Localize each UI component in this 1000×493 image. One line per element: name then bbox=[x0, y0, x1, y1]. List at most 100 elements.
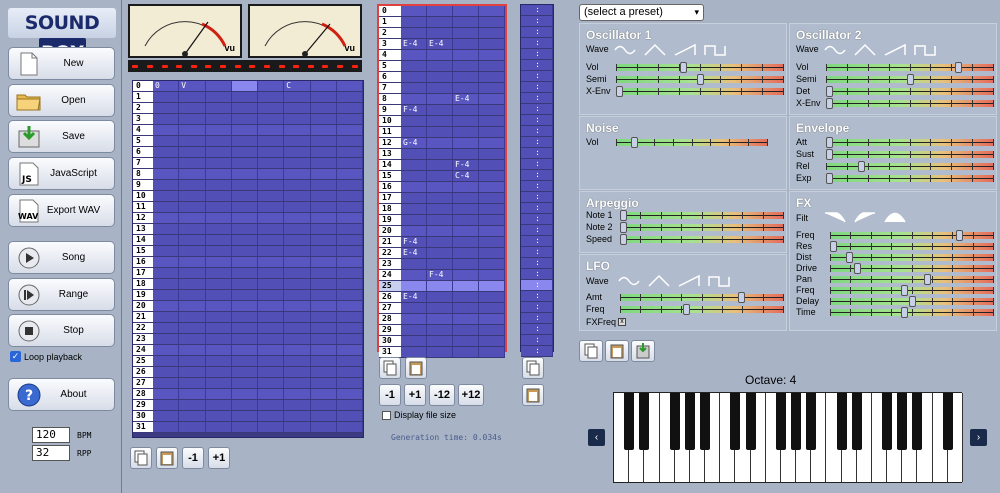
fx-cell[interactable]: : bbox=[521, 148, 553, 158]
grid-cell[interactable] bbox=[205, 180, 232, 190]
grid-cell[interactable] bbox=[453, 248, 479, 258]
grid-cell[interactable] bbox=[179, 169, 206, 179]
piano-black-key[interactable] bbox=[942, 393, 953, 450]
slider-knob[interactable] bbox=[616, 86, 623, 97]
grid-cell[interactable] bbox=[427, 248, 453, 258]
grid-cell[interactable] bbox=[258, 301, 285, 311]
saw-wave-icon[interactable] bbox=[674, 43, 696, 57]
fx-cell[interactable]: : bbox=[521, 335, 553, 345]
grid-cell[interactable] bbox=[179, 114, 206, 124]
grid-cell[interactable] bbox=[205, 279, 232, 289]
grid-cell[interactable] bbox=[336, 389, 363, 399]
grid-cell[interactable] bbox=[231, 180, 258, 190]
grid-cell[interactable] bbox=[453, 138, 479, 148]
grid-cell[interactable] bbox=[427, 6, 453, 16]
grid-cell[interactable] bbox=[153, 224, 180, 234]
grid-cell[interactable] bbox=[453, 39, 479, 49]
grid-cell[interactable] bbox=[258, 202, 285, 212]
grid-cell[interactable] bbox=[453, 204, 479, 214]
slider-semi[interactable]: Semi bbox=[796, 73, 994, 85]
grid-cell[interactable] bbox=[479, 347, 505, 357]
fx-cell[interactable]: : bbox=[521, 291, 553, 301]
grid-cell[interactable] bbox=[258, 191, 285, 201]
piano-black-key[interactable] bbox=[624, 393, 635, 450]
new-button[interactable]: New bbox=[8, 47, 115, 80]
transpose-up-button[interactable]: +1 bbox=[208, 447, 230, 469]
slider-vol[interactable]: Vol bbox=[586, 61, 784, 73]
grid-cell[interactable] bbox=[231, 136, 258, 146]
grid-cell[interactable] bbox=[479, 127, 505, 137]
grid-cell[interactable] bbox=[205, 422, 232, 432]
grid-cell[interactable] bbox=[427, 72, 453, 82]
slider-knob[interactable] bbox=[680, 62, 687, 73]
grid-cell[interactable] bbox=[179, 125, 206, 135]
grid-cell[interactable] bbox=[479, 182, 505, 192]
fx-cell[interactable]: : bbox=[521, 71, 553, 81]
grid-cell[interactable] bbox=[284, 202, 311, 212]
grid-cell[interactable] bbox=[179, 180, 206, 190]
grid-cell[interactable] bbox=[336, 81, 363, 91]
grid-cell[interactable] bbox=[205, 158, 232, 168]
grid-cell[interactable] bbox=[401, 193, 427, 203]
grid-cell[interactable] bbox=[310, 257, 337, 267]
grid-cell[interactable]: F-4 bbox=[401, 105, 427, 115]
grid-cell[interactable] bbox=[231, 268, 258, 278]
grid-cell[interactable] bbox=[479, 39, 505, 49]
grid-cell[interactable] bbox=[427, 171, 453, 181]
grid-cell[interactable] bbox=[284, 246, 311, 256]
grid-cell[interactable] bbox=[231, 246, 258, 256]
grid-cell[interactable] bbox=[401, 204, 427, 214]
fx-cell[interactable]: : bbox=[521, 302, 553, 312]
grid-cell[interactable] bbox=[205, 114, 232, 124]
grid-cell[interactable] bbox=[179, 191, 206, 201]
grid-cell[interactable] bbox=[258, 312, 285, 322]
grid-cell[interactable] bbox=[453, 182, 479, 192]
grid-cell[interactable] bbox=[427, 336, 453, 346]
grid-cell[interactable] bbox=[284, 103, 311, 113]
grid-cell[interactable] bbox=[453, 270, 479, 280]
grid-cell[interactable] bbox=[231, 378, 258, 388]
grid-cell[interactable] bbox=[205, 81, 232, 91]
grid-cell[interactable] bbox=[310, 224, 337, 234]
grid-cell[interactable] bbox=[401, 281, 427, 291]
fx-cell[interactable]: : bbox=[521, 5, 553, 15]
grid-cell[interactable] bbox=[310, 345, 337, 355]
piano-black-key[interactable] bbox=[669, 393, 680, 450]
grid-cell[interactable] bbox=[336, 114, 363, 124]
grid-cell[interactable] bbox=[205, 367, 232, 377]
grid-cell[interactable]: E-4 bbox=[427, 39, 453, 49]
grid-cell[interactable] bbox=[258, 114, 285, 124]
grid-cell[interactable] bbox=[231, 345, 258, 355]
slider-att[interactable]: Att bbox=[796, 136, 994, 148]
fx-cell[interactable]: : bbox=[521, 104, 553, 114]
grid-cell[interactable] bbox=[179, 257, 206, 267]
javascript-button[interactable]: JS JavaScript bbox=[8, 157, 115, 190]
grid-cell[interactable] bbox=[231, 125, 258, 135]
grid-cell[interactable] bbox=[205, 235, 232, 245]
grid-cell[interactable] bbox=[258, 136, 285, 146]
grid-cell[interactable] bbox=[258, 279, 285, 289]
grid-cell[interactable] bbox=[336, 158, 363, 168]
fx-cell[interactable]: : bbox=[521, 258, 553, 268]
grid-cell[interactable] bbox=[336, 422, 363, 432]
grid-cell[interactable] bbox=[427, 193, 453, 203]
bandpass-wave-icon[interactable] bbox=[884, 209, 906, 223]
grid-cell[interactable] bbox=[336, 301, 363, 311]
grid-cell[interactable] bbox=[153, 114, 180, 124]
instrument-save-button[interactable] bbox=[631, 340, 655, 362]
grid-cell[interactable] bbox=[179, 356, 206, 366]
grid-cell[interactable] bbox=[401, 303, 427, 313]
grid-cell[interactable] bbox=[153, 202, 180, 212]
grid-cell[interactable] bbox=[401, 160, 427, 170]
grid-cell[interactable] bbox=[205, 334, 232, 344]
fx-cell[interactable]: : bbox=[521, 236, 553, 246]
grid-cell[interactable] bbox=[258, 323, 285, 333]
grid-cell[interactable] bbox=[336, 345, 363, 355]
fxfreq-toggle[interactable]: FXFreq x bbox=[586, 317, 627, 327]
grid-cell[interactable] bbox=[205, 125, 232, 135]
grid-cell[interactable] bbox=[336, 191, 363, 201]
fx-cell[interactable]: : bbox=[521, 27, 553, 37]
grid-cell[interactable] bbox=[401, 270, 427, 280]
grid-cell[interactable] bbox=[284, 422, 311, 432]
grid-cell[interactable] bbox=[336, 312, 363, 322]
